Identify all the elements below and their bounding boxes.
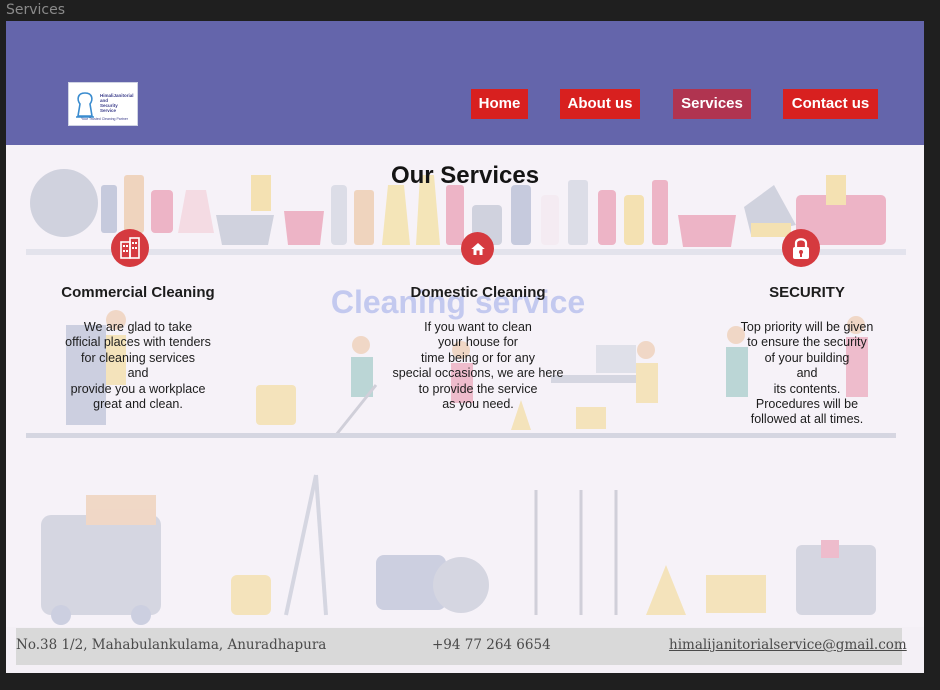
service-title-commercial: Commercial Cleaning (61, 284, 215, 301)
site-logo[interactable]: HimaliJanitorial and Security Service Yo… (68, 82, 138, 126)
service-title-security: SECURITY (769, 284, 845, 301)
logo-name-line: Service (100, 108, 117, 113)
vacuum-logo-icon (76, 92, 94, 118)
site-header: HimaliJanitorial and Security Service Yo… (6, 21, 924, 145)
nav-contact-us[interactable]: Contact us (783, 89, 878, 119)
service-text-commercial: We are glad to take official places with… (65, 320, 211, 412)
service-title-domestic: Domestic Cleaning (410, 284, 546, 301)
padlock-icon (782, 229, 820, 267)
window-title: Services (6, 2, 66, 18)
footer-phone: +94 77 264 6654 (432, 637, 551, 653)
logo-text: HimaliJanitorial and Security Service (100, 93, 138, 113)
services-heading: Our Services (390, 162, 540, 189)
footer-email-link[interactable]: himalijanitorialservice@gmail.com (669, 637, 907, 653)
service-text-security: Top priority will be given to ensure the… (740, 320, 874, 427)
site-footer: No.38 1/2, Mahabulankulama, Anuradhapura… (16, 628, 907, 665)
office-building-icon (111, 229, 149, 267)
nav-services[interactable]: Services (673, 89, 751, 119)
service-text-domestic: If you want to clean your house for time… (392, 320, 564, 412)
logo-tagline: Your Trusted Cleaning Partner (81, 117, 128, 121)
nav-about-us[interactable]: About us (560, 89, 640, 119)
page-frame: HimaliJanitorial and Security Service Yo… (6, 21, 924, 673)
footer-address: No.38 1/2, Mahabulankulama, Anuradhapura (16, 637, 327, 653)
house-icon (461, 232, 494, 265)
nav-home[interactable]: Home (471, 89, 528, 119)
